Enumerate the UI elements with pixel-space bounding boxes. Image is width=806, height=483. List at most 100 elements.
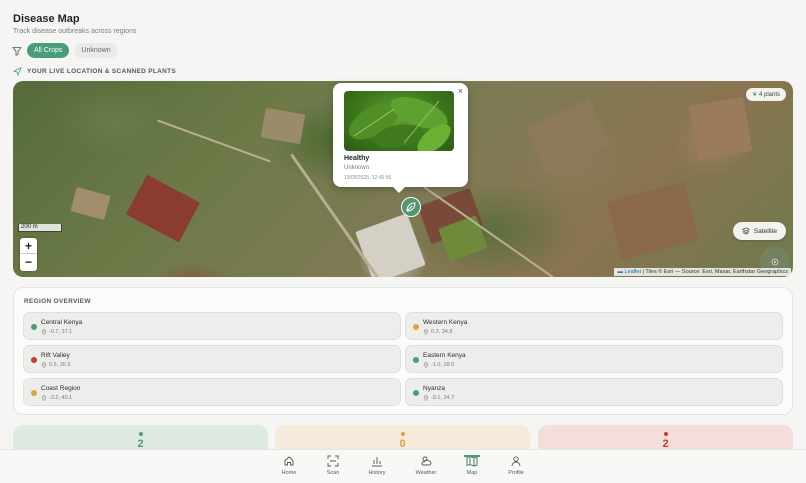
region-coords-text: 0.3, 34.8 [431,329,453,335]
leaf-icon: ❦ [752,92,758,98]
satellite-layer-label: Satellite [753,227,777,235]
nav-item-home[interactable]: Home [274,455,304,476]
map-pin-icon [41,395,47,401]
region-status-dot [413,390,419,396]
region-coords: -0.1, 34.7 [423,395,454,401]
live-location-label: YOUR LIVE LOCATION & SCANNED PLANTS [13,67,176,76]
map-field [688,96,753,161]
home-icon [284,456,294,466]
page-header: Disease Map Track disease outbreaks acro… [13,13,136,35]
nav-label: Home [281,470,297,476]
map-field [606,181,700,261]
profile-icon [511,456,521,467]
history-icon [372,457,382,467]
plants-count-text: 4 plants [758,92,780,98]
map-pin-icon [41,362,47,368]
popup-crop-name: Unknown [344,165,370,171]
zoom-control: + − [20,238,37,271]
layers-icon [741,227,750,235]
nav-label: Map [466,470,478,476]
map-pin-icon [423,395,429,401]
nav-label: History [368,470,386,476]
region-coords-text: -0.7, 37.1 [49,329,73,335]
stat-dot [400,432,405,436]
filter-icon [12,46,22,56]
region-name: Nyanza [423,385,446,392]
region-card-rift-valley[interactable]: Rift Valley 0.5, 35.9 [23,345,401,373]
region-card-eastern-kenya[interactable]: Eastern Kenya -1.0, 38.0 [405,345,783,373]
region-status-dot [413,324,419,330]
region-coords-text: -1.0, 38.0 [431,362,455,368]
region-status-dot [31,357,37,363]
zoom-in-button[interactable]: + [20,238,37,254]
region-coords: -3.2, 40.1 [41,395,72,401]
leaf-icon [406,202,416,212]
popup-close-button[interactable]: × [458,86,463,96]
region-status-dot [31,324,37,330]
map-attribution: ▬ Leaflet | Tiles © Esri — Source: Esri,… [614,268,791,276]
region-card-nyanza[interactable]: Nyanza -0.1, 34.7 [405,378,783,406]
region-name: Eastern Kenya [423,352,466,359]
region-name: Coast Region [41,385,81,392]
map-field [260,107,306,145]
nav-item-scan[interactable]: Scan [318,455,348,476]
region-coords: -1.0, 38.0 [423,362,454,368]
stat-dot [663,432,668,436]
attribution-text: | Tiles © Esri — Source: Esri, Maxar, Ea… [642,269,788,275]
popup-timestamp: 19/05/2025, 12:45:56 [344,175,392,181]
live-location-label-text: YOUR LIVE LOCATION & SCANNED PLANTS [27,68,177,75]
region-coords-text: 0.5, 35.9 [49,362,71,368]
plants-count-badge: ❦ 4 plants [746,88,786,101]
nav-item-profile[interactable]: Profile [501,455,531,476]
region-name: Rift Valley [41,352,70,359]
nav-item-history[interactable]: History [362,455,392,476]
region-coords-text: -0.1, 34.7 [431,395,455,401]
map-pin-icon [41,329,47,335]
region-coords: 0.5, 35.9 [41,362,70,368]
navigation-icon [13,67,22,76]
nav-label: Profile [508,470,524,476]
region-coords: -0.7, 37.1 [41,329,72,335]
flag-icon: ▬ [617,269,623,275]
region-coords-text: -3.2, 40.1 [49,395,73,401]
region-coords: 0.3, 34.8 [423,329,452,335]
nav-item-weather[interactable]: Weather [411,455,441,476]
nav-active-indicator [464,455,480,457]
zoom-out-button[interactable]: − [20,254,37,270]
plant-photo [344,91,454,151]
filter-chip-unknown[interactable]: Unknown [74,43,118,58]
map-road [157,119,271,163]
region-overview-title: REGION OVERVIEW [24,298,91,305]
region-card-western-kenya[interactable]: Western Kenya 0.3, 34.8 [405,312,783,340]
map-scale: 200 m [18,224,62,232]
page-title: Disease Map [13,13,80,25]
region-name: Western Kenya [423,319,468,326]
map-field [525,98,611,174]
map-field [125,174,201,243]
map-pin-icon [423,329,429,335]
weather-icon [421,456,432,466]
region-status-dot [31,390,37,396]
region-status-dot [413,357,419,363]
region-name: Central Kenya [41,319,83,326]
satellite-layer-button[interactable]: Satellite [732,222,786,240]
leaflet-link[interactable]: Leaflet [624,269,641,275]
map-pin-icon [423,362,429,368]
popup-health-status: Healthy [344,155,370,162]
region-card-coast-region[interactable]: Coast Region -3.2, 40.1 [23,378,401,406]
filter-chip-all-crops[interactable]: All Crops [27,43,70,58]
nav-label: Scan [326,470,340,476]
page-subtitle: Track disease outbreaks across regions [13,28,137,35]
bottom-navigation: Home Scan History Weather Map Profile [0,449,806,483]
crop-filter-bar: All Crops Unknown [12,43,118,58]
nav-item-map[interactable]: Map [457,455,487,476]
region-card-central-kenya[interactable]: Central Kenya -0.7, 37.1 [23,312,401,340]
plant-popup: × Healthy Unknown 19/05/2025, 12:45:56 [333,83,468,193]
stat-dot [138,432,143,436]
nav-label: Weather [415,470,437,476]
scan-icon [327,455,339,467]
locate-icon [771,258,779,266]
plant-marker[interactable] [401,197,421,217]
map-buildings [355,213,426,277]
region-overview-panel: REGION OVERVIEW Central Kenya -0.7, 37.1… [13,287,793,415]
